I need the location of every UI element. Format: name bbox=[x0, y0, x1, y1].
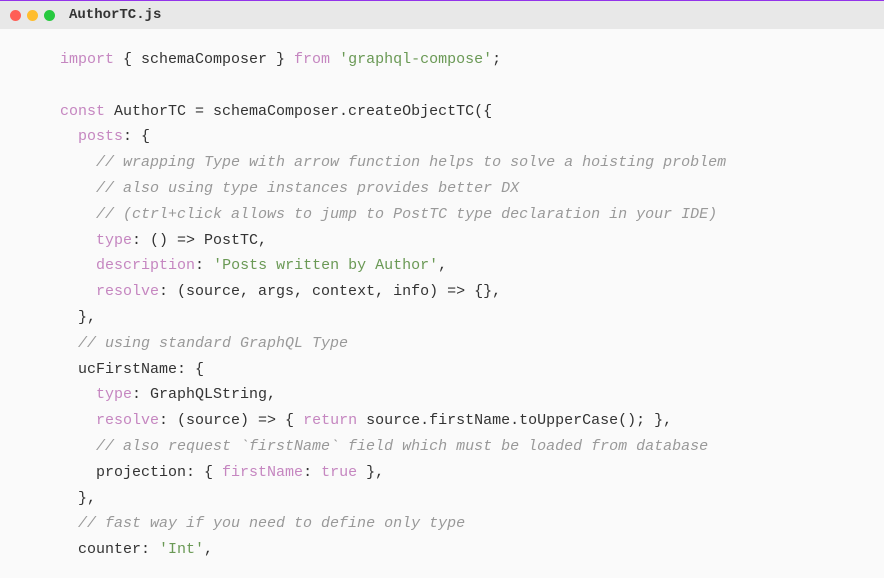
code-token: counter: bbox=[78, 541, 159, 558]
code-comment: // fast way if you need to define only t… bbox=[78, 515, 465, 532]
code-token: source.firstName.toUpperCase(); }, bbox=[357, 412, 672, 429]
code-token: : bbox=[195, 257, 213, 274]
code-token: true bbox=[321, 464, 357, 481]
code-token: AuthorTC = schemaComposer.createObjectTC… bbox=[105, 103, 492, 120]
code-token: 'Posts written by Author' bbox=[213, 257, 438, 274]
code-token: import bbox=[60, 51, 114, 68]
code-token: type bbox=[96, 386, 132, 403]
close-icon[interactable] bbox=[10, 10, 21, 21]
code-token: }, bbox=[357, 464, 384, 481]
code-token: ; bbox=[492, 51, 501, 68]
code-token: resolve bbox=[96, 412, 159, 429]
code-token: : () => PostTC, bbox=[132, 232, 267, 249]
code-token: posts bbox=[78, 128, 123, 145]
code-token: , bbox=[204, 541, 213, 558]
code-editor[interactable]: import { schemaComposer } from 'graphql-… bbox=[0, 29, 884, 578]
code-token: }, bbox=[78, 309, 96, 326]
code-token: const bbox=[60, 103, 105, 120]
code-token: projection: { bbox=[96, 464, 222, 481]
code-token: : (source, args, context, info) => {}, bbox=[159, 283, 501, 300]
code-comment: // using standard GraphQL Type bbox=[78, 335, 348, 352]
code-comment: // also using type instances provides be… bbox=[96, 180, 519, 197]
code-token: resolve bbox=[96, 283, 159, 300]
code-token: }, bbox=[78, 490, 96, 507]
code-token: 'graphql-compose' bbox=[330, 51, 492, 68]
code-token: 'Int' bbox=[159, 541, 204, 558]
code-token: : { bbox=[123, 128, 150, 145]
code-token: description bbox=[96, 257, 195, 274]
code-comment: // (ctrl+click allows to jump to PostTC … bbox=[96, 206, 717, 223]
titlebar: AuthorTC.js bbox=[0, 1, 884, 29]
code-token: ucFirstName: { bbox=[78, 361, 204, 378]
code-token: , bbox=[438, 257, 447, 274]
code-token: { schemaComposer } bbox=[114, 51, 294, 68]
code-comment: // wrapping Type with arrow function hel… bbox=[96, 154, 726, 171]
minimize-icon[interactable] bbox=[27, 10, 38, 21]
file-title: AuthorTC.js bbox=[69, 7, 161, 23]
code-token: : GraphQLString, bbox=[132, 386, 276, 403]
code-token: type bbox=[96, 232, 132, 249]
editor-window: AuthorTC.js import { schemaComposer } fr… bbox=[0, 0, 884, 578]
code-comment: // also request `firstName` field which … bbox=[96, 438, 708, 455]
code-token: return bbox=[303, 412, 357, 429]
code-token: from bbox=[294, 51, 330, 68]
code-token: : bbox=[303, 464, 321, 481]
code-token: firstName bbox=[222, 464, 303, 481]
code-token: : (source) => { bbox=[159, 412, 303, 429]
maximize-icon[interactable] bbox=[44, 10, 55, 21]
